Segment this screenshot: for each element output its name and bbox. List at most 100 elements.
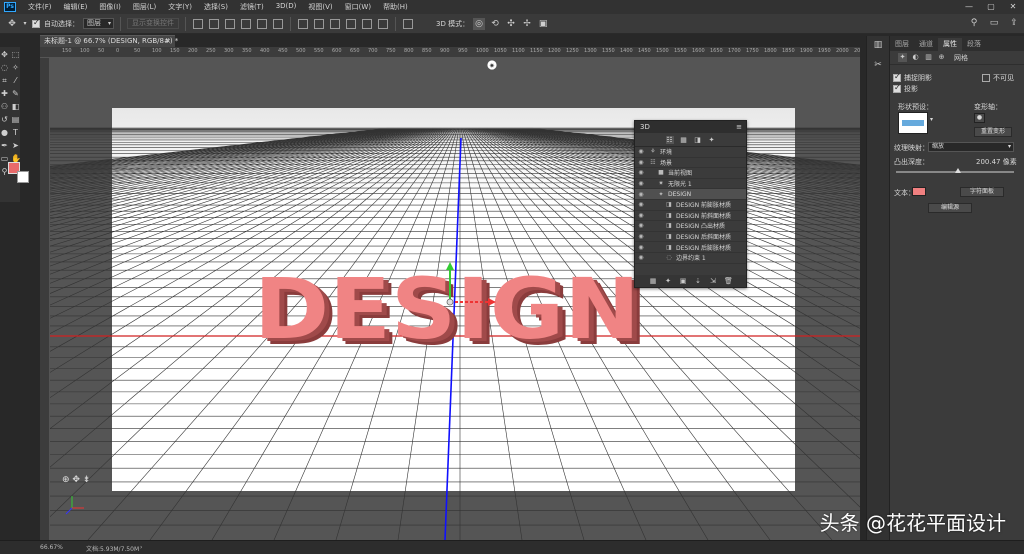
light-filter-icon[interactable]: ✦ — [708, 136, 716, 144]
scene-tree-row[interactable]: ◉ ⚘ 环境 — [635, 147, 746, 158]
minimize-button[interactable]: — — [958, 0, 980, 14]
scene-tree-row[interactable]: ◉ ✦ DESIGN — [635, 189, 746, 200]
shape-preset-dropdown-icon[interactable]: ▾ — [930, 116, 933, 123]
auto-select-dropdown[interactable]: 图层 — [83, 18, 114, 29]
crop-tool-icon[interactable]: ⌗ — [0, 76, 9, 86]
move-tool-icon[interactable]: ✥ — [0, 50, 9, 60]
move-tool-icon[interactable]: ✥ — [6, 18, 18, 30]
tab-paragraph[interactable]: 段落 — [962, 38, 986, 51]
move-to-ground-icon[interactable]: ⇣ — [694, 277, 702, 285]
history-panel-icon[interactable]: ▥ — [871, 40, 885, 52]
search-icon[interactable]: ⚲ — [968, 17, 980, 29]
align-hcenter-icon[interactable] — [257, 18, 267, 29]
catch-shadow-checkbox[interactable] — [893, 72, 901, 82]
scene-tree-row[interactable]: ◉ ◨ DESIGN 前膨胀材质 — [635, 200, 746, 211]
tab-layers[interactable]: 图层 — [890, 38, 914, 51]
lasso-tool-icon[interactable]: ◌ — [0, 63, 9, 73]
menu-item-3[interactable]: 图层(L) — [127, 2, 162, 12]
render-icon[interactable]: ▦ — [649, 277, 657, 285]
text-color-swatch[interactable] — [912, 187, 926, 196]
show-transform-controls[interactable]: 显示变换控件 — [127, 18, 179, 29]
drag-3d-icon[interactable]: ✣ — [505, 18, 517, 30]
scene-tree-row[interactable]: ◉ ◌ 边界约束 1 — [635, 253, 746, 264]
tools-settings-icon[interactable]: ✂ — [871, 60, 885, 72]
invisible-checkbox[interactable] — [982, 74, 990, 82]
edit-source-button[interactable]: 编辑源 — [928, 203, 972, 213]
material-filter-icon[interactable]: ◨ — [694, 136, 702, 144]
roll-3d-icon[interactable]: ⟲ — [489, 18, 501, 30]
align-left-icon[interactable] — [241, 18, 251, 29]
distribute-vcenter-icon[interactable] — [314, 18, 324, 29]
menu-item-6[interactable]: 滤镜(T) — [234, 2, 270, 12]
document-tab[interactable]: 未标题-1 @ 66.7% (DESIGN, RGB/8#) * × — [40, 35, 178, 47]
canvas-area[interactable]: DESIGN DESIGN DESIGN ✷ ⊕ ✥ ⇟ 3D ≡ ☷ ▦ ◨ … — [50, 58, 860, 540]
eraser-tool-icon[interactable]: ◧ — [11, 102, 20, 112]
clone-stamp-icon[interactable]: ⚇ — [0, 102, 9, 112]
status-arrow-icon[interactable]: › — [140, 544, 142, 551]
history-brush-icon[interactable]: ↺ — [0, 115, 9, 125]
document-info[interactable]: 文档:5.93M/7.50M — [86, 544, 139, 553]
tab-channels[interactable]: 通道 — [914, 38, 938, 51]
texture-map-dropdown[interactable]: 缩放 — [928, 142, 1014, 152]
deform-axis-widget[interactable]: ● — [974, 113, 985, 123]
path-select-icon[interactable]: ➤ — [11, 141, 20, 151]
eye-icon[interactable]: ◉ — [637, 180, 645, 187]
eye-icon[interactable]: ◉ — [637, 169, 645, 176]
distribute-right-icon[interactable] — [378, 18, 388, 29]
eye-icon[interactable]: ◉ — [637, 148, 645, 155]
mesh-subtab-icon[interactable]: ✦ — [898, 53, 907, 62]
slide-3d-icon[interactable]: ✢ — [521, 18, 533, 30]
distribute-left-icon[interactable] — [346, 18, 356, 29]
align-vcenter-icon[interactable] — [209, 18, 219, 29]
zoom-level[interactable]: 66.67% — [40, 544, 63, 551]
menu-item-10[interactable]: 帮助(H) — [377, 2, 414, 12]
menu-item-7[interactable]: 3D(D) — [270, 2, 303, 12]
trash-icon[interactable]: 🗑 — [724, 277, 733, 285]
marquee-tool-icon[interactable]: ⬚ — [11, 50, 20, 60]
extrusion-depth-slider[interactable] — [896, 168, 1014, 173]
eye-icon[interactable]: ◉ — [637, 222, 645, 229]
align-bottom-icon[interactable] — [225, 18, 235, 29]
scene-filter-icon[interactable]: ☷ — [665, 135, 674, 144]
eye-icon[interactable]: ◉ — [637, 201, 645, 208]
auto-select-checkbox[interactable] — [32, 18, 40, 28]
panel-menu-icon[interactable]: ≡ — [736, 121, 742, 133]
scene-tree-row[interactable]: ◉ ■ 当前视图 — [635, 168, 746, 179]
menu-item-8[interactable]: 视图(V) — [302, 2, 338, 12]
eye-icon[interactable]: ◉ — [637, 212, 645, 219]
dodge-tool-icon[interactable]: ● — [0, 128, 9, 138]
deform-subtab-icon[interactable]: ◐ — [911, 53, 920, 62]
background-color-swatch[interactable] — [17, 171, 29, 183]
distribute-top-icon[interactable] — [298, 18, 308, 29]
menu-item-1[interactable]: 编辑(E) — [58, 2, 94, 12]
align-top-icon[interactable] — [193, 18, 203, 29]
add-constraint-icon[interactable]: ⇲ — [709, 277, 717, 285]
magic-wand-tool-icon[interactable]: ✧ — [11, 63, 20, 73]
eye-icon[interactable]: ◉ — [637, 159, 645, 166]
brush-tool-icon[interactable]: ✎ — [11, 89, 20, 99]
menu-item-9[interactable]: 窗口(W) — [339, 2, 377, 12]
cap-subtab-icon[interactable]: ▥ — [924, 53, 933, 62]
eye-icon[interactable]: ◉ — [637, 244, 645, 251]
menu-item-5[interactable]: 选择(S) — [198, 2, 234, 12]
cast-shadow-checkbox[interactable] — [893, 83, 901, 93]
distribute-hcenter-icon[interactable] — [362, 18, 372, 29]
align-right-icon[interactable] — [273, 18, 283, 29]
distribute-bottom-icon[interactable] — [330, 18, 340, 29]
scale-3d-icon[interactable]: ▣ — [537, 18, 549, 30]
maximize-button[interactable]: ▢ — [980, 0, 1002, 14]
shape-preset-thumbnail[interactable] — [898, 112, 928, 134]
close-button[interactable]: ✕ — [1002, 0, 1024, 14]
pen-tool-icon[interactable]: ✒ — [0, 141, 9, 151]
reset-deform-button[interactable]: 重置变形 — [974, 127, 1012, 137]
mesh-filter-icon[interactable]: ▦ — [680, 136, 688, 144]
eyedropper-tool-icon[interactable]: ⁄ — [11, 76, 20, 86]
coordinates-subtab-icon[interactable]: ⊕ — [937, 53, 946, 62]
eye-icon[interactable]: ◉ — [637, 254, 645, 261]
character-panel-button[interactable]: 字符面板 — [960, 187, 1004, 197]
gradient-tool-icon[interactable]: ▤ — [11, 115, 20, 125]
light-add-icon[interactable]: ✦ — [664, 277, 672, 285]
share-icon[interactable]: ⇪ — [1008, 17, 1020, 29]
scene-tree-row[interactable]: ◉ ◨ DESIGN 凸出材质 — [635, 221, 746, 232]
extrusion-depth-slider-knob[interactable] — [955, 168, 961, 173]
